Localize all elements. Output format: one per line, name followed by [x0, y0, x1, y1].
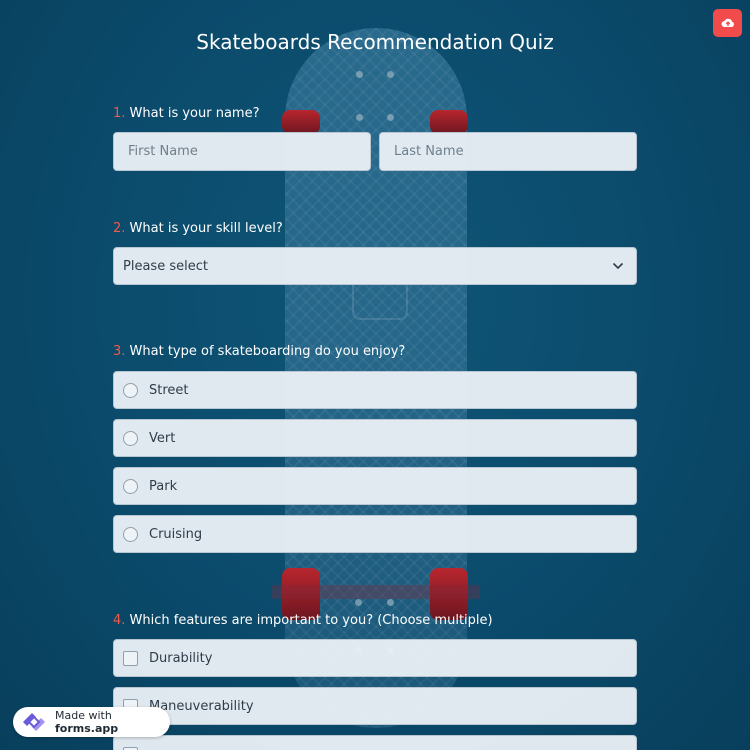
- wheel-image: [430, 110, 468, 134]
- question-number: 1.: [113, 106, 126, 121]
- question-text: What type of skateboarding do you enjoy?: [129, 344, 406, 359]
- radio-option-street[interactable]: Street: [113, 371, 637, 409]
- radio-button[interactable]: [123, 382, 138, 398]
- wheel-image: [282, 110, 320, 134]
- option-label: Durability: [149, 650, 213, 666]
- checkbox-option-partial[interactable]: [113, 735, 637, 750]
- question-text: Which features are important to you? (Ch…: [129, 613, 493, 628]
- option-label: Cruising: [149, 526, 203, 542]
- truck-image: [272, 585, 480, 599]
- question-number: 2.: [113, 221, 126, 236]
- checkbox[interactable]: [123, 650, 138, 666]
- checkbox-option-maneuverability[interactable]: Maneuverability: [113, 687, 637, 725]
- made-with-badge[interactable]: Made with forms.app: [13, 707, 170, 737]
- bolt-icon: [356, 114, 363, 121]
- option-label: Park: [149, 478, 178, 494]
- question-1-label: 1. What is your name?: [113, 106, 259, 121]
- last-name-input[interactable]: Last Name: [379, 132, 637, 171]
- bolt-icon: [387, 71, 394, 78]
- checkbox-option-durability[interactable]: Durability: [113, 639, 637, 677]
- bolt-icon: [387, 114, 394, 121]
- cloud-upload-icon: [721, 14, 735, 33]
- first-name-placeholder: First Name: [128, 144, 198, 159]
- question-text: What is your name?: [129, 106, 260, 121]
- question-text: What is your skill level?: [129, 221, 283, 236]
- radio-option-cruising[interactable]: Cruising: [113, 515, 637, 553]
- upload-button[interactable]: [713, 9, 742, 37]
- radio-button[interactable]: [123, 430, 138, 446]
- radio-option-park[interactable]: Park: [113, 467, 637, 505]
- radio-button[interactable]: [123, 526, 138, 542]
- bolt-icon: [387, 599, 394, 606]
- question-4-label: 4. Which features are important to you? …: [113, 613, 493, 628]
- badge-prefix: Made with: [55, 709, 112, 722]
- question-number: 3.: [113, 344, 126, 359]
- last-name-placeholder: Last Name: [394, 144, 464, 159]
- option-label: Vert: [149, 430, 176, 446]
- radio-option-vert[interactable]: Vert: [113, 419, 637, 457]
- badge-brand: forms.app: [55, 722, 119, 735]
- question-2-label: 2. What is your skill level?: [113, 221, 283, 236]
- forms-app-logo-icon: [20, 711, 48, 733]
- skill-level-select[interactable]: Please select: [113, 247, 637, 285]
- radio-button[interactable]: [123, 478, 138, 494]
- badge-text: Made with forms.app: [55, 709, 170, 735]
- skill-level-value: Please select: [123, 258, 208, 274]
- bolt-icon: [356, 71, 363, 78]
- bolt-icon: [355, 599, 362, 606]
- first-name-input[interactable]: First Name: [113, 132, 371, 171]
- question-3-label: 3. What type of skateboarding do you enj…: [113, 344, 405, 359]
- checkbox[interactable]: [123, 746, 138, 750]
- page-title: Skateboards Recommendation Quiz: [196, 30, 554, 54]
- question-number: 4.: [113, 613, 126, 628]
- chevron-down-icon: [612, 259, 624, 274]
- option-label: Street: [149, 382, 189, 398]
